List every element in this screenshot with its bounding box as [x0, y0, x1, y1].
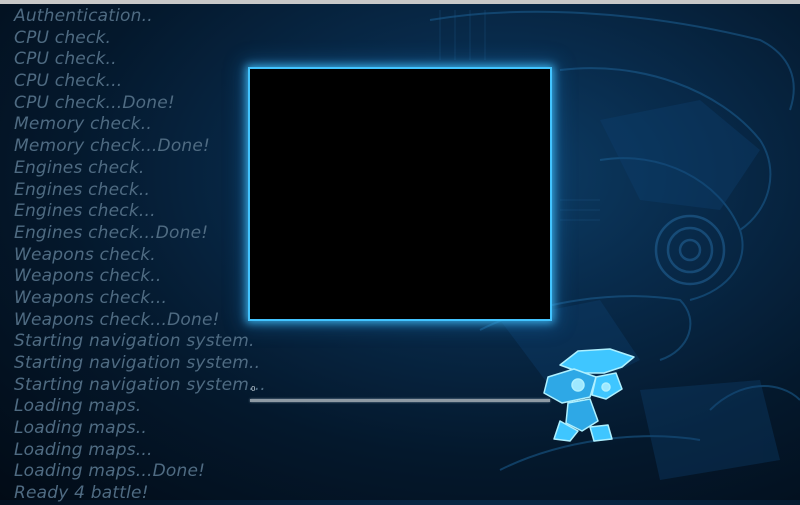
log-line: CPU check...	[14, 71, 123, 92]
log-line: Loading maps.	[14, 396, 142, 417]
log-line: Engines check..	[14, 179, 151, 200]
log-line: Loading maps..	[14, 418, 148, 439]
log-line: Loading maps...	[14, 439, 153, 460]
log-line: Loading maps...Done!	[14, 461, 206, 482]
log-line: Memory check..	[14, 114, 152, 135]
log-line: Weapons check.	[14, 244, 156, 265]
log-line: Engines check...Done!	[14, 222, 209, 243]
log-line: CPU check..	[14, 49, 117, 70]
log-line: Memory check...Done!	[14, 136, 211, 157]
loading-progress-bar	[250, 399, 550, 402]
log-line: Engines check.	[14, 157, 145, 178]
log-line: Weapons check...	[14, 287, 168, 308]
boot-log: Authentication.. CPU check. CPU check.. …	[14, 6, 266, 505]
robot-mascot-icon	[543, 348, 635, 442]
log-line: Engines check...	[14, 201, 156, 222]
log-line: Authentication..	[14, 6, 153, 26]
progress-label: 0	[251, 385, 256, 393]
log-line: Ready 4 battle!	[14, 483, 149, 504]
log-line: CPU check.	[14, 27, 112, 48]
log-line: Starting navigation system..	[14, 353, 261, 373]
log-line: Starting navigation system...	[14, 374, 266, 395]
video-frame	[248, 67, 552, 321]
log-line: Weapons check...Done!	[14, 309, 220, 330]
log-line: CPU check...Done!	[14, 92, 175, 113]
log-line: Starting navigation system.	[14, 331, 255, 352]
log-line: Weapons check..	[14, 266, 162, 287]
